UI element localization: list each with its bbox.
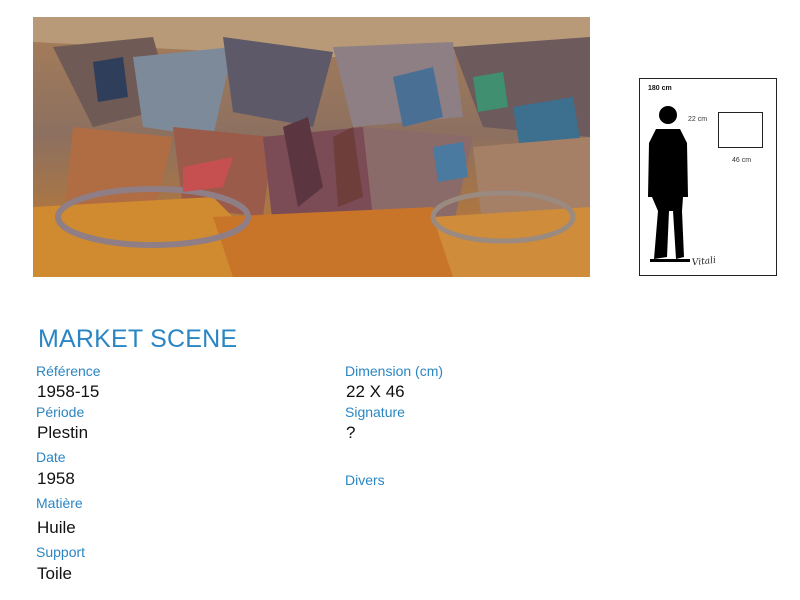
- support-value: Toile: [37, 564, 72, 583]
- human-silhouette-icon: [648, 106, 690, 262]
- matiere-value: Huile: [37, 518, 76, 537]
- dimension-value: 22 X 46: [346, 382, 405, 401]
- periode-value: Plestin: [37, 423, 89, 442]
- dimension-label: Dimension (cm): [345, 363, 444, 379]
- signature-value: ?: [346, 423, 356, 442]
- support-label: Support: [36, 544, 86, 560]
- divers-label: Divers: [345, 472, 385, 488]
- artwork-image: [33, 17, 590, 277]
- scale-comparison-panel: 180 cm 22 cm 46 cm Vitali: [639, 78, 777, 276]
- reference-value: 1958-15: [37, 382, 100, 401]
- date-label: Date: [36, 449, 66, 465]
- periode-label: Période: [36, 404, 85, 420]
- width-dimension-label: 46 cm: [732, 157, 752, 164]
- reference-label: Référence: [36, 363, 101, 379]
- date-value: 1958: [37, 469, 75, 488]
- abstract-painting: [33, 17, 590, 277]
- artwork-scale-frame: [718, 112, 763, 148]
- matiere-label: Matière: [36, 495, 83, 511]
- signature-label: Signature: [345, 404, 405, 420]
- artwork-title: MARKET SCENE: [38, 325, 238, 353]
- height-dimension-label: 22 cm: [688, 116, 708, 123]
